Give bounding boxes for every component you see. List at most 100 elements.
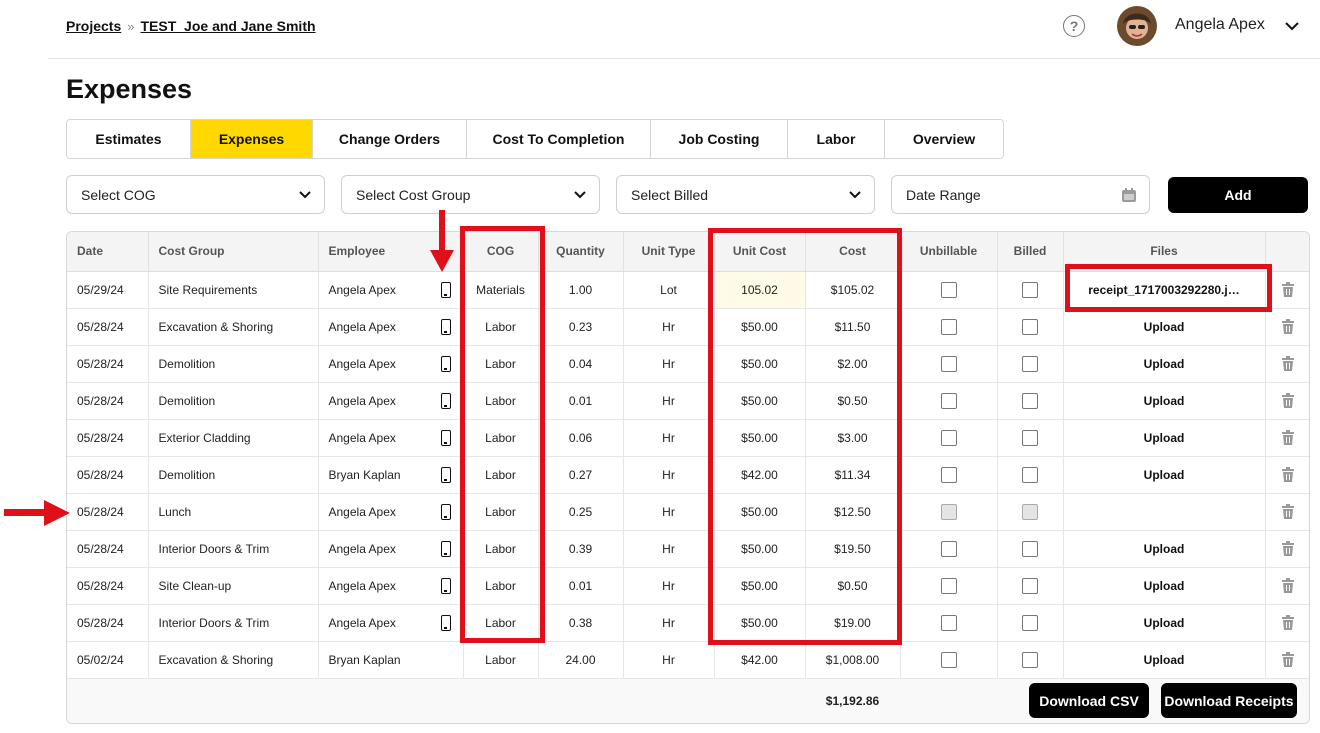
unbillable-checkbox[interactable] bbox=[940, 318, 957, 335]
unit-cost-cell: $42.00 bbox=[714, 641, 806, 679]
trash-icon[interactable] bbox=[1281, 392, 1295, 408]
trash-icon[interactable] bbox=[1281, 540, 1295, 556]
billed-checkbox[interactable] bbox=[1022, 281, 1038, 298]
table-row[interactable]: 05/28/24 Interior Doors & Trim Angela Apex… bbox=[67, 530, 1309, 568]
trash-icon[interactable] bbox=[1281, 651, 1295, 667]
mobile-phone-icon bbox=[440, 614, 451, 631]
cost-group-cell: Demolition bbox=[148, 456, 319, 494]
unbillable-checkbox[interactable] bbox=[940, 466, 957, 483]
date-cell: 05/28/24 bbox=[67, 567, 149, 605]
column-header-unbillable[interactable]: Unbillable bbox=[900, 232, 998, 272]
upload-link[interactable]: Upload bbox=[1144, 394, 1185, 408]
tab-expenses[interactable]: Expenses bbox=[191, 120, 313, 158]
trash-icon[interactable] bbox=[1281, 355, 1295, 371]
mobile-phone-icon bbox=[440, 429, 451, 446]
billed-checkbox[interactable] bbox=[1022, 466, 1038, 483]
add-button[interactable]: Add bbox=[1168, 177, 1308, 213]
date-range-input[interactable]: Date Range bbox=[891, 175, 1150, 214]
tab-change-orders[interactable]: Change Orders bbox=[313, 120, 467, 158]
trash-icon[interactable] bbox=[1281, 429, 1295, 445]
table-row[interactable]: 05/28/24 Demolition Bryan Kaplan Labor 0.27 H… bbox=[67, 456, 1309, 494]
cog-select[interactable]: Select COG bbox=[66, 175, 325, 214]
billed-checkbox[interactable] bbox=[1022, 429, 1038, 446]
employee-name: Angela Apex bbox=[328, 578, 396, 593]
trash-icon[interactable] bbox=[1281, 281, 1295, 297]
unit-type-cell: Hr bbox=[623, 604, 715, 642]
user-name[interactable]: Angela Apex bbox=[1175, 16, 1265, 34]
billed-checkbox[interactable] bbox=[1022, 540, 1038, 557]
table-row[interactable]: 05/28/24 Excavation & Shoring Angela Apex L… bbox=[67, 308, 1309, 346]
tab-labor[interactable]: Labor bbox=[788, 120, 885, 158]
upload-link[interactable]: Upload bbox=[1144, 579, 1185, 593]
delete-cell bbox=[1265, 456, 1309, 494]
billed-checkbox[interactable] bbox=[1022, 318, 1038, 335]
employee-name: Angela Apex bbox=[328, 504, 396, 519]
column-header-billed[interactable]: Billed bbox=[997, 232, 1064, 272]
trash-icon[interactable] bbox=[1281, 466, 1295, 482]
billed-select[interactable]: Select Billed bbox=[616, 175, 875, 214]
billed-checkbox[interactable] bbox=[1022, 614, 1038, 631]
trash-icon[interactable] bbox=[1281, 614, 1295, 630]
trash-icon[interactable] bbox=[1281, 503, 1295, 519]
billed-checkbox[interactable] bbox=[1022, 392, 1038, 409]
column-header-quantity[interactable]: Quantity bbox=[538, 232, 624, 272]
billed-checkbox[interactable] bbox=[1022, 355, 1038, 372]
upload-link[interactable]: Upload bbox=[1144, 357, 1185, 371]
tab-cost-to-completion[interactable]: Cost To Completion bbox=[467, 120, 651, 158]
unit-type-cell: Hr bbox=[623, 382, 715, 420]
unbillable-checkbox[interactable] bbox=[940, 281, 957, 298]
unit-type-cell: Hr bbox=[623, 456, 715, 494]
breadcrumb-projects-link[interactable]: Projects bbox=[66, 18, 121, 34]
table-row[interactable]: 05/28/24 Interior Doors & Trim Angela Apex… bbox=[67, 604, 1309, 642]
unbillable-checkbox[interactable] bbox=[940, 429, 957, 446]
trash-icon[interactable] bbox=[1281, 577, 1295, 593]
tab-overview[interactable]: Overview bbox=[885, 120, 1003, 158]
unbillable-checkbox[interactable] bbox=[940, 577, 957, 594]
date-cell: 05/29/24 bbox=[67, 271, 149, 309]
upload-link[interactable]: Upload bbox=[1144, 468, 1185, 482]
upload-link[interactable]: Upload bbox=[1144, 653, 1185, 667]
delete-cell bbox=[1265, 604, 1309, 642]
employee-name: Angela Apex bbox=[328, 541, 396, 556]
unit-type-cell: Lot bbox=[623, 271, 715, 309]
download-receipts-button[interactable]: Download Receipts bbox=[1161, 683, 1297, 718]
unbillable-checkbox[interactable] bbox=[940, 392, 957, 409]
cost-group-cell: Interior Doors & Trim bbox=[148, 604, 319, 642]
table-row[interactable]: 05/28/24 Demolition Angela Apex Labor 0.01 Hr… bbox=[67, 382, 1309, 420]
delete-cell bbox=[1265, 308, 1309, 346]
column-header-unit-type[interactable]: Unit Type bbox=[623, 232, 715, 272]
breadcrumb-project-link[interactable]: TEST_Joe and Jane Smith bbox=[140, 18, 315, 34]
annotation-arrow-down-icon bbox=[430, 210, 454, 272]
upload-link[interactable]: Upload bbox=[1144, 431, 1185, 445]
help-icon[interactable]: ? bbox=[1063, 15, 1085, 37]
employee-cell: Angela Apex bbox=[318, 604, 464, 642]
date-cell: 05/28/24 bbox=[67, 419, 149, 457]
table-row[interactable]: 05/02/24 Excavation & Shoring Bryan Kaplan… bbox=[67, 641, 1309, 679]
chevron-down-icon[interactable] bbox=[1284, 18, 1300, 39]
quantity-cell: 0.01 bbox=[538, 567, 624, 605]
column-header-date[interactable]: Date bbox=[67, 232, 149, 272]
tab-estimates[interactable]: Estimates bbox=[67, 120, 191, 158]
cost-group-select[interactable]: Select Cost Group bbox=[341, 175, 600, 214]
billed-checkbox[interactable] bbox=[1022, 577, 1038, 594]
cost-group-select-label: Select Cost Group bbox=[356, 186, 471, 203]
table-row[interactable]: 05/28/24 Exterior Cladding Angela Apex Labo… bbox=[67, 419, 1309, 457]
upload-link[interactable]: Upload bbox=[1144, 542, 1185, 556]
unbillable-checkbox[interactable] bbox=[940, 614, 957, 631]
unbillable-checkbox[interactable] bbox=[940, 355, 957, 372]
table-row[interactable]: 05/28/24 Demolition Angela Apex Labor 0.04 Hr… bbox=[67, 345, 1309, 383]
tab-job-costing[interactable]: Job Costing bbox=[651, 120, 788, 158]
table-row[interactable]: 05/28/24 Site Clean-up Angela Apex Labor 0.0… bbox=[67, 567, 1309, 605]
quantity-cell: 0.01 bbox=[538, 382, 624, 420]
download-csv-button[interactable]: Download CSV bbox=[1029, 683, 1149, 718]
upload-link[interactable]: Upload bbox=[1144, 320, 1185, 334]
quantity-cell: 0.27 bbox=[538, 456, 624, 494]
column-header-cost-group[interactable]: Cost Group bbox=[148, 232, 319, 272]
table-row[interactable]: 05/28/24 Lunch Angela Apex Labor 0.25 Hr $50.0… bbox=[67, 493, 1309, 531]
trash-icon[interactable] bbox=[1281, 318, 1295, 334]
upload-link[interactable]: Upload bbox=[1144, 616, 1185, 630]
unbillable-checkbox[interactable] bbox=[940, 651, 957, 668]
unbillable-checkbox[interactable] bbox=[940, 540, 957, 557]
avatar[interactable] bbox=[1117, 6, 1157, 46]
billed-checkbox[interactable] bbox=[1022, 651, 1038, 668]
